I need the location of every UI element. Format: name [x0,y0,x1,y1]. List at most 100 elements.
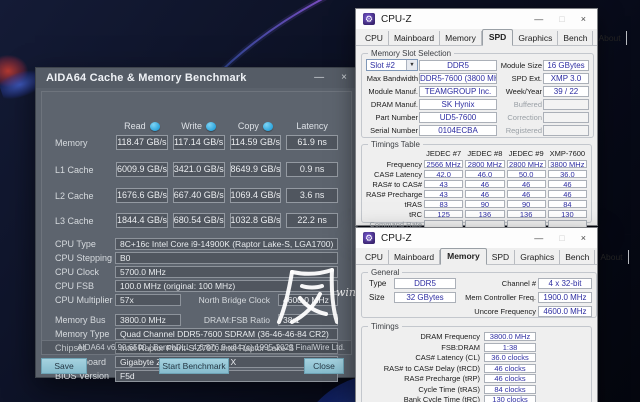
memory-slot-selection-group: Memory Slot Selection Slot #2 ▼ DDR5 Mod… [361,49,594,138]
tras-value: 84 clocks [484,385,536,394]
timing-value: 84 [548,200,587,209]
row-label: L2 Cache [55,191,111,201]
aida64-titlebar[interactable]: AIDA64 Cache & Memory Benchmark — × [36,68,357,88]
tab-spd[interactable]: SPD [487,250,515,264]
trc-value: 130 clocks [484,395,536,402]
timing-value: 90 [465,200,504,209]
close-icon[interactable]: × [581,234,586,243]
timings-table-group: Timings Table JEDEC #7 JEDEC #8 JEDEC #9… [361,140,592,223]
tab-cpu[interactable]: CPU [360,31,389,45]
l1-copy-value: 8649.9 GB/s [230,162,282,177]
timing-row-ras-to-cas: RAS# to CAS# 43 46 46 46 [366,180,587,189]
maximize-icon: □ [559,15,564,24]
serial-number-label: Serial Number [366,126,418,135]
benchmark-row-memory: Memory 118.47 GB/s 117.14 GB/s 114.59 GB… [55,135,338,150]
timing-label: tRAS [366,200,422,209]
timings-group: Timings DRAM Frequency 3800.0 MHz FSB:DR… [361,322,592,402]
timing-row-cas-latency: CAS# Latency 42.0 46.0 50.0 36.0 [366,170,587,179]
save-button[interactable]: Save [41,358,87,374]
timing-value: 46 [548,190,587,199]
timing-label: CAS# Latency (CL) [366,353,480,362]
group-legend: Timings Table [368,140,423,149]
cpuz-spd-titlebar[interactable]: ⚙ CPU-Z — □ × [356,9,597,29]
type-label: Type [366,279,392,288]
l3-read-value: 1844.4 GB/s [116,213,168,228]
max-bandwidth-label: Max Bandwidth [366,74,418,83]
info-row-cpu-type: CPU Type 8C+16c Intel Core i9-14900K (Ra… [55,238,338,250]
timing-label: RAS# Precharge (tRP) [366,374,480,383]
timing-value: 130 [548,210,587,219]
watermark-kanji-glyph [276,264,338,328]
group-legend: General [368,268,402,277]
memory-read-value: 118.47 GB/s [116,135,168,150]
timing-label: Cycle Time (tRAS) [366,385,480,394]
correction-value [543,112,589,123]
cpuz-memory-titlebar[interactable]: ⚙ CPU-Z — □ × [356,228,597,248]
tab-mainboard[interactable]: Mainboard [389,250,440,264]
timing-value: 136 [507,210,546,219]
tab-spd[interactable]: SPD [482,29,513,46]
dram-fsb-ratio-label: DRAM:FSB Ratio [185,315,274,325]
timing-row-trp: RAS# Precharge (tRP) 46 clocks [366,374,587,383]
minimize-icon[interactable]: — [534,234,543,243]
channel-value: 4 x 32-bit [538,278,592,289]
memory-copy-value: 114.59 GB/s [230,135,282,150]
fsb-dram-value: 1:38 [484,343,536,352]
tab-cpu[interactable]: CPU [360,250,389,264]
cl-value: 36.0 clocks [484,353,536,362]
close-icon[interactable]: × [581,15,586,24]
chevron-down-icon[interactable]: ▼ [406,60,417,70]
tab-graphics[interactable]: Graphics [515,250,560,264]
tab-bench[interactable]: Bench [558,31,593,45]
module-size-label: Module Size [498,61,542,70]
minimize-icon[interactable]: — [534,15,543,24]
timing-value: 36.0 [548,170,587,179]
tab-memory[interactable]: Memory [440,248,487,265]
close-icon[interactable]: × [341,73,347,83]
info-label: CPU Clock [55,267,111,277]
write-column-header: Write [181,121,202,131]
module-manuf-value: TEAMGROUP Inc. [419,86,497,97]
latency-column-header: Latency [296,121,328,131]
timing-label: RAS# to CAS# [366,180,422,189]
info-label: Memory Bus [55,315,111,325]
spd-ext-value: XMP 3.0 [543,73,589,84]
group-legend: Timings [368,322,402,331]
uncore-frequency-value: 4600.0 MHz [538,306,592,317]
minimize-icon[interactable]: — [314,73,324,83]
slot-select-value: Slot #2 [370,61,395,70]
slot-select-dropdown[interactable]: Slot #2 ▼ [366,59,418,71]
memory-latency-value: 61.9 ns [286,135,338,150]
week-year-label: Week/Year [498,87,542,96]
col-jedec8: JEDEC #8 [465,150,504,159]
cpuz-app-icon: ⚙ [363,232,375,244]
channel-label: Channel # [458,279,536,288]
tab-graphics[interactable]: Graphics [513,31,558,45]
aida64-version-footer: AIDA64 v6.90.6500 / BenchDLL 4.6.876.8-x… [42,340,351,354]
maximize-icon: □ [559,234,564,243]
tab-about[interactable]: About [593,31,626,45]
module-size-value: 16 GBytes [543,60,589,71]
mem-controller-freq-value: 1900.0 MHz [538,292,592,303]
copy-info-bubble-icon[interactable] [263,122,273,131]
write-info-bubble-icon[interactable] [206,122,216,131]
l1-latency-value: 0.9 ns [286,162,338,177]
info-label: CPU FSB [55,281,111,291]
timing-row-cl: CAS# Latency (CL) 36.0 clocks [366,353,587,362]
close-button[interactable]: Close [304,358,344,374]
row-label: L1 Cache [55,165,111,175]
tab-mainboard[interactable]: Mainboard [389,31,440,45]
l1-write-value: 3421.0 GB/s [173,162,225,177]
cpu-multiplier-value: 57x [115,294,181,306]
tab-bench[interactable]: Bench [560,250,595,264]
buffered-value [543,99,589,110]
tab-memory[interactable]: Memory [440,31,482,45]
uncore-frequency-label: Uncore Frequency [458,307,536,316]
tab-about[interactable]: About [595,250,628,264]
start-benchmark-button[interactable]: Start Benchmark [159,358,229,374]
dram-frequency-value: 3800.0 MHz [484,332,536,341]
cpu-stepping-value: B0 [115,252,338,264]
info-label: CPU Stepping [55,253,111,263]
row-label: Memory [55,138,111,148]
read-info-bubble-icon[interactable] [150,122,160,131]
